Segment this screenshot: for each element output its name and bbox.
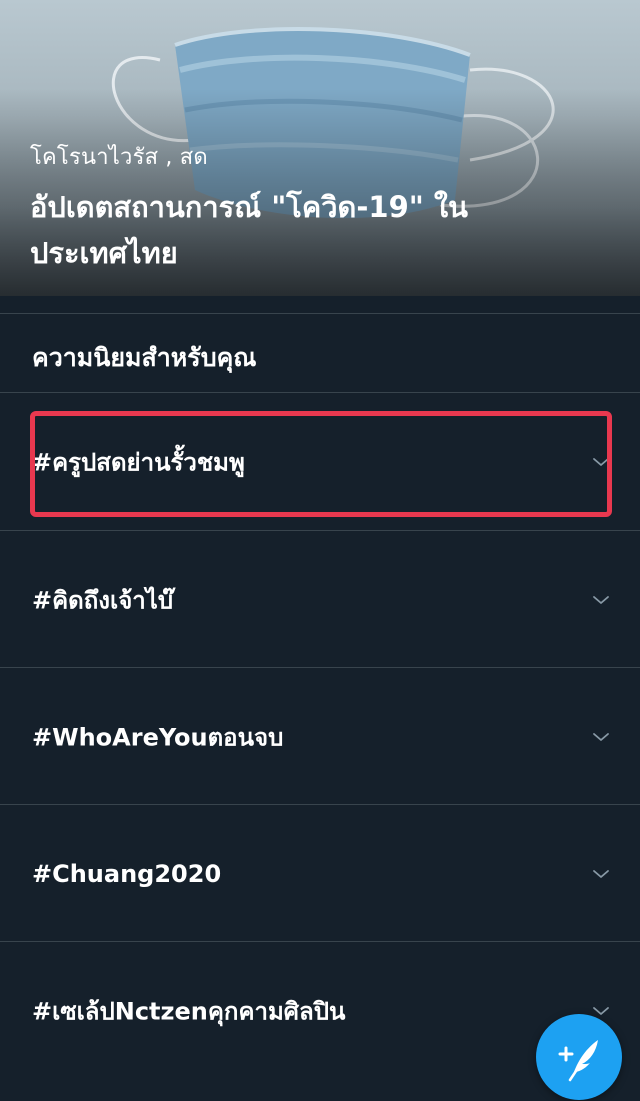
chevron-down-icon[interactable]	[592, 594, 610, 606]
trend-label: #คิดถึงเจ้าไบ๊	[32, 586, 174, 614]
section-title: ความนิยมสำหรับคุณ	[32, 343, 257, 372]
divider	[0, 313, 640, 314]
chevron-down-icon[interactable]	[592, 456, 610, 468]
trend-item[interactable]: #คิดถึงเจ้าไบ๊	[0, 531, 640, 668]
chevron-down-icon[interactable]	[592, 868, 610, 880]
trend-item[interactable]: #ครูปสดย่านรั้วชมพู	[0, 393, 640, 530]
trend-label: #เซเล้ปNctzenคุกคามศิลปิน	[32, 997, 346, 1025]
explore-screen: โคโรนาไวรัส , สด อัปเดตสถานการณ์ "โควิด-…	[0, 0, 640, 1101]
trend-label: #WhoAreYouตอนจบ	[32, 723, 284, 751]
trend-item[interactable]: #Chuang2020	[0, 805, 640, 942]
trend-item[interactable]: #WhoAreYouตอนจบ	[0, 668, 640, 805]
story-headline: อัปเดตสถานการณ์ "โควิด-19" ในประเทศไทย	[30, 190, 468, 270]
compose-tweet-icon	[558, 1040, 598, 1082]
chevron-down-icon[interactable]	[592, 1005, 610, 1017]
featured-story-card[interactable]: โคโรนาไวรัส , สด อัปเดตสถานการณ์ "โควิด-…	[0, 0, 640, 296]
compose-tweet-button[interactable]	[536, 1014, 622, 1100]
story-category: โคโรนาไวรัส , สด	[30, 145, 208, 170]
trend-label: #ครูปสดย่านรั้วชมพู	[32, 448, 245, 476]
chevron-down-icon[interactable]	[592, 731, 610, 743]
trend-label: #Chuang2020	[32, 859, 222, 888]
